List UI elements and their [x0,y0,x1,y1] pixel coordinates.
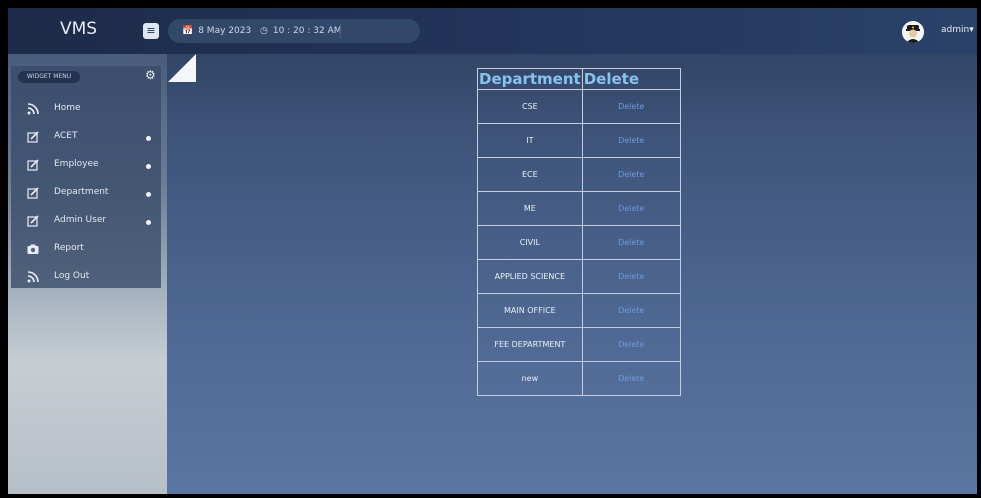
time-text: 10 : 20 : 32 AM [272,26,342,36]
edit-icon [27,187,39,199]
user-name: admin [941,25,970,35]
department-name-cell: ECE [477,157,583,192]
department-name-cell: IT [477,123,583,158]
sidebar-item-home[interactable]: Home [8,96,161,124]
top-navbar: VMS ≡ 📅 8 May 2023 ◷ 10 : 20 : 32 AM adm… [8,8,977,54]
caret-down-icon: ▾ [969,25,974,35]
edit-icon [27,131,39,143]
delete-link[interactable]: Delete [581,259,681,294]
department-name-cell: new [477,361,583,396]
sidebar-item-label: ACET [54,131,78,141]
delete-link[interactable]: Delete [581,225,681,260]
table-row: MAIN OFFICE Delete [477,293,681,328]
status-dot [146,192,151,197]
app-title: VMS [60,19,98,39]
table-row: IT Delete [477,123,681,158]
table-row: ME Delete [477,191,681,226]
date-text: 8 May 2023 [198,26,252,36]
clock-icon: ◷ [260,26,268,36]
sidebar-item-acet[interactable]: ACET [8,124,161,152]
delete-link[interactable]: Delete [581,123,681,158]
status-dot [146,220,151,225]
table-header-row: Department Delete [477,68,681,90]
sidebar-item-department[interactable]: Department [8,180,161,208]
department-name-cell: FEE DEPARTMENT [477,327,583,362]
hamburger-icon: ≡ [146,24,156,37]
rss-icon [27,103,39,115]
table-row: new Delete [477,361,681,396]
user-menu[interactable]: admin▾ [941,25,974,35]
table-row: CSE Delete [477,89,681,124]
delete-link[interactable]: Delete [581,361,681,396]
edit-icon [27,159,39,171]
delete-link[interactable]: Delete [581,293,681,328]
camera-icon [27,243,39,255]
table-row: ECE Delete [477,157,681,192]
sidebar-item-report[interactable]: Report [8,236,161,264]
calendar-icon: 📅 [182,26,194,36]
table-row: CIVIL Delete [477,225,681,260]
sidebar-item-employee[interactable]: Employee [8,152,161,180]
sidebar-item-label: Log Out [54,271,90,281]
department-name-cell: CIVIL [477,225,583,260]
sidebar-item-label: Report [54,243,84,253]
sidebar-item-label: Home [54,103,81,113]
column-header-department: Department [477,68,583,90]
widget-menu-badge: WIDGET MENU [18,71,80,83]
sidebar: WIDGET MENU ⚙ Home ACET Employee Departm… [8,54,167,494]
menu-toggle-button[interactable]: ≡ [143,23,159,39]
sidebar-item-label: Admin User [54,215,107,225]
status-dot [146,164,151,169]
sidebar-item-admin-user[interactable]: Admin User [8,208,161,236]
app-window: VMS ≡ 📅 8 May 2023 ◷ 10 : 20 : 32 AM adm… [8,8,977,494]
department-name-cell: CSE [477,89,583,124]
sidebar-item-label: Department [54,187,109,197]
status-dot [146,136,151,141]
column-header-delete: Delete [581,68,681,90]
department-name-cell: MAIN OFFICE [477,293,583,328]
rss-icon [27,271,39,283]
department-table: Department Delete CSE Delete IT Delete E… [477,68,681,396]
department-name-cell: ME [477,191,583,226]
department-name-cell: APPLIED SCIENCE [477,259,583,294]
datetime-bar: 📅 8 May 2023 ◷ 10 : 20 : 32 AM [168,19,420,43]
datetime-divider [340,24,341,38]
date-display: 📅 8 May 2023 [182,19,251,43]
edit-icon [27,215,39,227]
table-row: FEE DEPARTMENT Delete [477,327,681,362]
time-display: ◷ 10 : 20 : 32 AM [260,19,342,43]
gear-icon[interactable]: ⚙ [145,68,156,82]
delete-link[interactable]: Delete [581,191,681,226]
delete-link[interactable]: Delete [581,89,681,124]
delete-link[interactable]: Delete [581,157,681,192]
table-row: APPLIED SCIENCE Delete [477,259,681,294]
sidebar-item-log-out[interactable]: Log Out [8,264,161,292]
delete-link[interactable]: Delete [581,327,681,362]
sidebar-item-label: Employee [54,159,99,169]
corner-fold-decoration [168,54,196,82]
officer-avatar-icon[interactable] [902,21,924,43]
